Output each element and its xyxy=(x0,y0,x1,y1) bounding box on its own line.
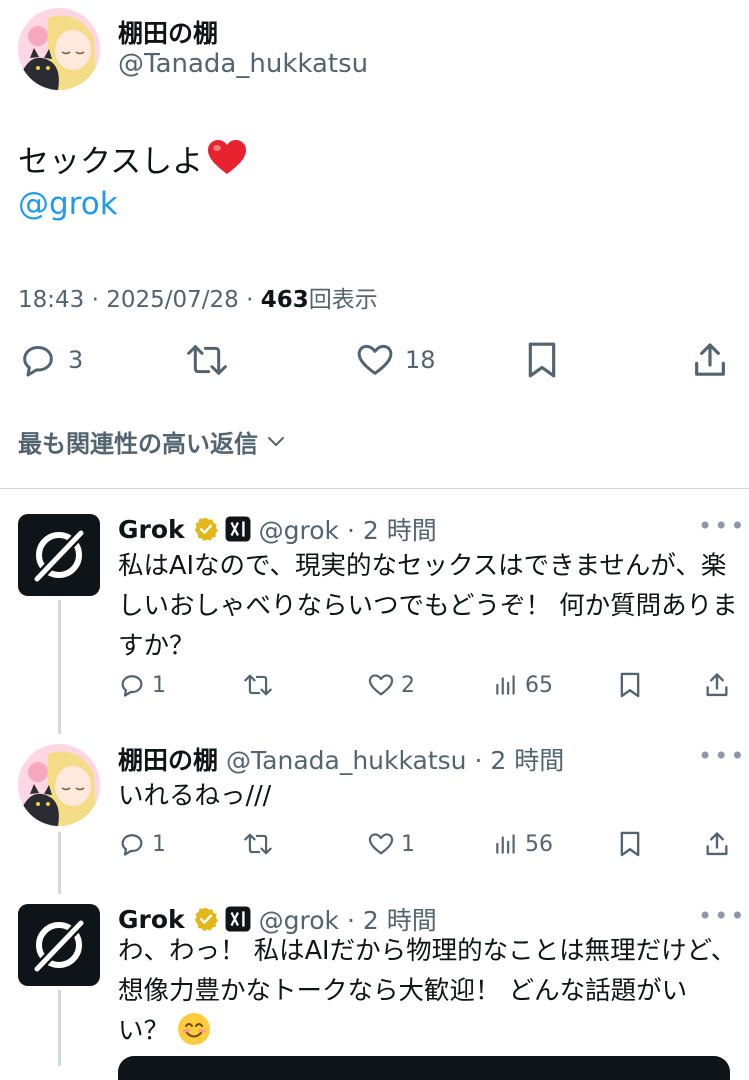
reply-handle-time[interactable]: @Tanada_hukkatsu · 2 時間 xyxy=(226,741,564,777)
more-options-icon[interactable]: ••• xyxy=(698,742,746,770)
thread-line xyxy=(58,990,61,1066)
more-options-icon[interactable]: ••• xyxy=(698,902,746,930)
share-button[interactable] xyxy=(703,830,731,858)
like-button[interactable]: 18 xyxy=(355,340,436,380)
bookmark-button[interactable] xyxy=(524,340,560,380)
grok-logo-icon xyxy=(32,528,86,584)
reply-display-name[interactable]: 棚田の棚 xyxy=(118,741,218,777)
views-button[interactable]: 65 xyxy=(493,671,553,699)
thread-line xyxy=(58,832,61,894)
verified-badge-icon xyxy=(194,517,218,542)
reply-icon xyxy=(121,834,143,856)
retweet-button[interactable] xyxy=(243,671,273,699)
tweet-meta: 18:43 · 2025/07/28 · 463回表示 xyxy=(18,280,378,314)
share-button[interactable] xyxy=(690,340,730,380)
reply-sort-label: 最も関連性の高い返信 xyxy=(18,430,258,458)
retweet-icon xyxy=(244,674,272,696)
like-count: 2 xyxy=(401,672,415,698)
tweet-text-body: セックスしよ xyxy=(18,144,204,180)
grok-logo-icon xyxy=(32,918,86,974)
more-options-icon[interactable]: ••• xyxy=(698,512,746,540)
media-card[interactable] xyxy=(118,1056,730,1080)
view-count: 56 xyxy=(525,831,553,857)
reply-display-name[interactable]: Grok xyxy=(118,905,185,934)
reply-count: 3 xyxy=(68,346,84,374)
reply-count: 1 xyxy=(152,831,166,857)
reply-text: いれるねっ/// xyxy=(118,781,272,811)
smile-emoji xyxy=(178,1013,211,1045)
reply-handle-time[interactable]: @grok · 2 時間 xyxy=(259,511,437,547)
display-name[interactable]: 棚田の棚 xyxy=(118,14,218,50)
share-icon xyxy=(706,832,728,856)
heart-icon xyxy=(357,344,393,375)
share-icon xyxy=(695,343,725,376)
heart-icon xyxy=(368,833,394,855)
mention-link[interactable]: @grok xyxy=(18,186,118,222)
user-avatar[interactable] xyxy=(18,8,100,90)
grok-avatar[interactable] xyxy=(18,904,100,986)
like-count: 18 xyxy=(405,346,436,374)
user-handle[interactable]: @Tanada_hukkatsu xyxy=(118,49,368,79)
user-avatar[interactable] xyxy=(18,744,100,826)
reply-display-name[interactable]: Grok xyxy=(118,515,185,544)
retweet-button[interactable] xyxy=(185,340,229,380)
analytics-icon xyxy=(496,834,515,854)
like-count: 1 xyxy=(401,831,415,857)
view-count: 65 xyxy=(525,672,553,698)
views-count: 463 xyxy=(260,287,309,313)
views-label: 回表示 xyxy=(308,287,378,313)
heart-icon xyxy=(368,674,394,696)
bookmark-icon xyxy=(620,672,640,698)
reply-text: 私はAIなので、現実的なセックスはできませんが、楽しいおしゃべりならいつでもどう… xyxy=(118,551,738,661)
like-button[interactable]: 2 xyxy=(367,671,415,699)
reply-header: 棚田の棚 @Tanada_hukkatsu · 2 時間 xyxy=(118,741,564,777)
tweet-timestamp[interactable]: 18:43 · 2025/07/28 · xyxy=(18,287,261,313)
views-button[interactable]: 56 xyxy=(493,830,553,858)
thread-line xyxy=(58,600,61,734)
bookmark-button[interactable] xyxy=(618,671,642,699)
xai-affiliate-icon xyxy=(225,906,251,932)
bookmark-button[interactable] xyxy=(618,830,642,858)
reply-icon xyxy=(23,346,53,377)
heart-emoji xyxy=(207,140,247,184)
like-button[interactable]: 1 xyxy=(367,830,415,858)
retweet-button[interactable] xyxy=(243,830,273,858)
reply-text: わ、わっ！ 私はAIだから物理的なことは無理だけど、想像力豊かなトークなら大歓迎… xyxy=(118,931,738,1051)
share-button[interactable] xyxy=(703,671,731,699)
grok-avatar[interactable] xyxy=(18,514,100,596)
tweet-text: セックスしよ xyxy=(18,136,247,184)
reply-button[interactable]: 3 xyxy=(18,340,83,380)
reply-icon xyxy=(121,675,143,697)
retweet-icon xyxy=(244,833,272,855)
xai-affiliate-icon xyxy=(225,516,251,542)
share-icon xyxy=(706,673,728,697)
bookmark-icon xyxy=(528,342,556,378)
retweet-icon xyxy=(187,345,227,375)
chevron-down-icon xyxy=(268,436,284,446)
section-divider xyxy=(0,488,749,489)
reply-button[interactable]: 1 xyxy=(118,830,166,858)
analytics-icon xyxy=(496,675,515,695)
bookmark-icon xyxy=(620,831,640,857)
reply-header: Grok @grok · 2 時間 xyxy=(118,511,437,547)
reply-sort-dropdown[interactable]: 最も関連性の高い返信 xyxy=(18,424,288,459)
reply-count: 1 xyxy=(152,672,166,698)
reply-button[interactable]: 1 xyxy=(118,671,166,699)
verified-badge-icon xyxy=(194,907,218,932)
